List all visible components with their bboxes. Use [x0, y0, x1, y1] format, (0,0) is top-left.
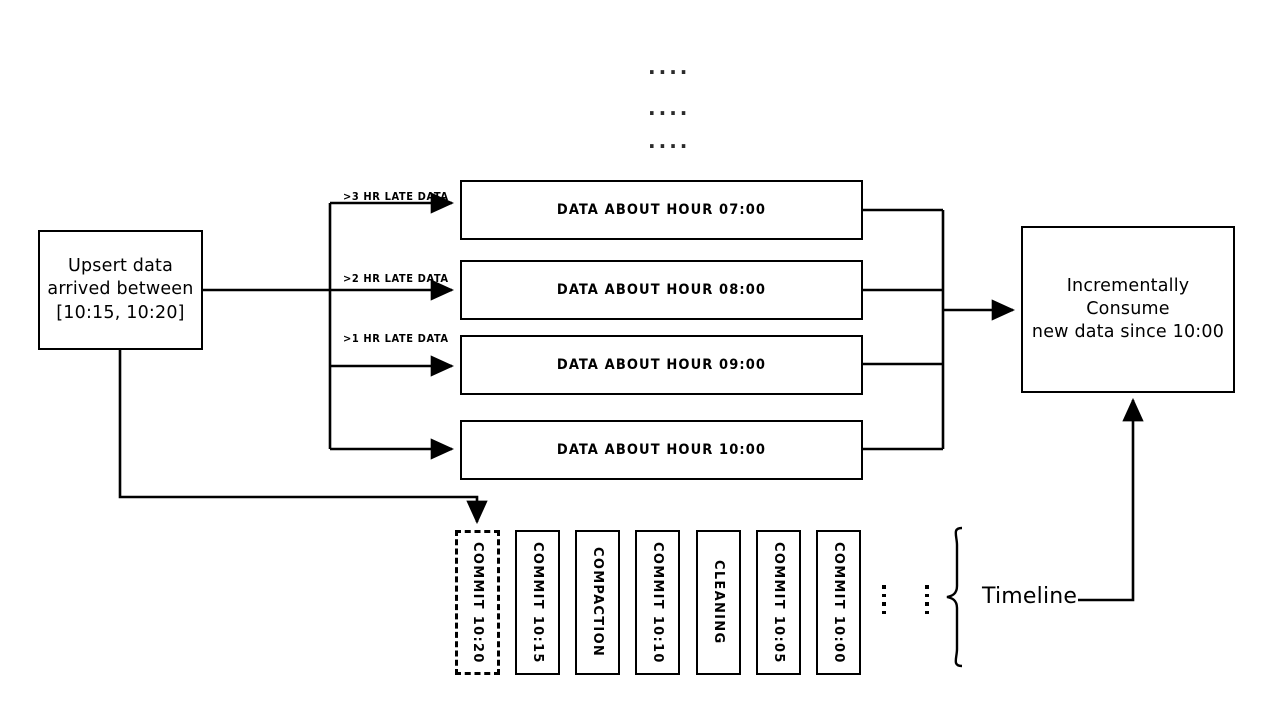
edge-source-to-commit [118, 350, 488, 525]
consume-line-2: new data since 10:00 [1031, 322, 1225, 343]
late-data-label-gt3hr: >3 HR LATE DATA [343, 190, 449, 203]
diagram-canvas: .... .... .... Upsert data arrived betwe… [0, 0, 1280, 720]
timeline-brace [946, 526, 963, 668]
timeline-instant-label: COMPACTION [590, 547, 605, 658]
hour-partition-box-08[interactable]: DATA ABOUT HOUR 08:00 [460, 260, 863, 320]
late-data-label-gt2hr: >2 HR LATE DATA [343, 272, 449, 285]
timeline-ellipsis-column-1 [882, 585, 886, 614]
timeline-instant-label: COMMIT 10:05 [771, 541, 786, 664]
hour-partition-label-07: DATA ABOUT HOUR 07:00 [556, 202, 767, 218]
overflow-dots-row-2: .... [648, 96, 691, 120]
consume-line-1: Incrementally Consume [1066, 275, 1190, 319]
timeline-ellipsis-column-2 [925, 585, 929, 614]
upsert-source-box[interactable]: Upsert data arrived between [10:15, 10:2… [38, 230, 203, 350]
late-data-label-gt1hr: >1 HR LATE DATA [343, 332, 449, 345]
timeline-instant-label: COMMIT 10:15 [530, 541, 545, 664]
hour-partition-box-09[interactable]: DATA ABOUT HOUR 09:00 [460, 335, 863, 395]
timeline-instant-label: COMMIT 10:20 [470, 541, 485, 664]
timeline-instant-label: COMMIT 10:10 [650, 541, 665, 664]
timeline-instant-commit-1015[interactable]: COMMIT 10:15 [515, 530, 560, 675]
timeline-instant-commit-1005[interactable]: COMMIT 10:05 [756, 530, 801, 675]
upsert-line-3: [10:15, 10:20] [56, 302, 185, 323]
timeline-instant-label: COMMIT 10:00 [831, 541, 846, 664]
timeline-instant-commit-1000[interactable]: COMMIT 10:00 [816, 530, 861, 675]
hour-partition-box-10[interactable]: DATA ABOUT HOUR 10:00 [460, 420, 863, 480]
hour-partition-label-10: DATA ABOUT HOUR 10:00 [556, 442, 767, 458]
timeline-instant-commit-1010[interactable]: COMMIT 10:10 [635, 530, 680, 675]
timeline-brace-label: Timeline [982, 584, 1078, 609]
upsert-line-2: arrived between [47, 279, 194, 300]
timeline-instant-compaction[interactable]: COMPACTION [575, 530, 620, 675]
hour-partition-label-09: DATA ABOUT HOUR 09:00 [556, 357, 767, 373]
timeline-instant-cleaning[interactable]: CLEANING [696, 530, 741, 675]
hour-partition-label-08: DATA ABOUT HOUR 08:00 [556, 282, 767, 298]
hour-partition-box-07[interactable]: DATA ABOUT HOUR 07:00 [460, 180, 863, 240]
timeline-instant-commit-1020[interactable]: COMMIT 10:20 [455, 530, 500, 675]
overflow-dots-row-1: .... [648, 55, 691, 79]
timeline-instant-label: CLEANING [711, 560, 726, 645]
edge-timeline-to-consume [1078, 397, 1144, 602]
incremental-consume-box[interactable]: Incrementally Consume new data since 10:… [1021, 226, 1235, 393]
overflow-dots-row-3: .... [648, 129, 691, 153]
upsert-line-1: Upsert data [67, 256, 174, 277]
